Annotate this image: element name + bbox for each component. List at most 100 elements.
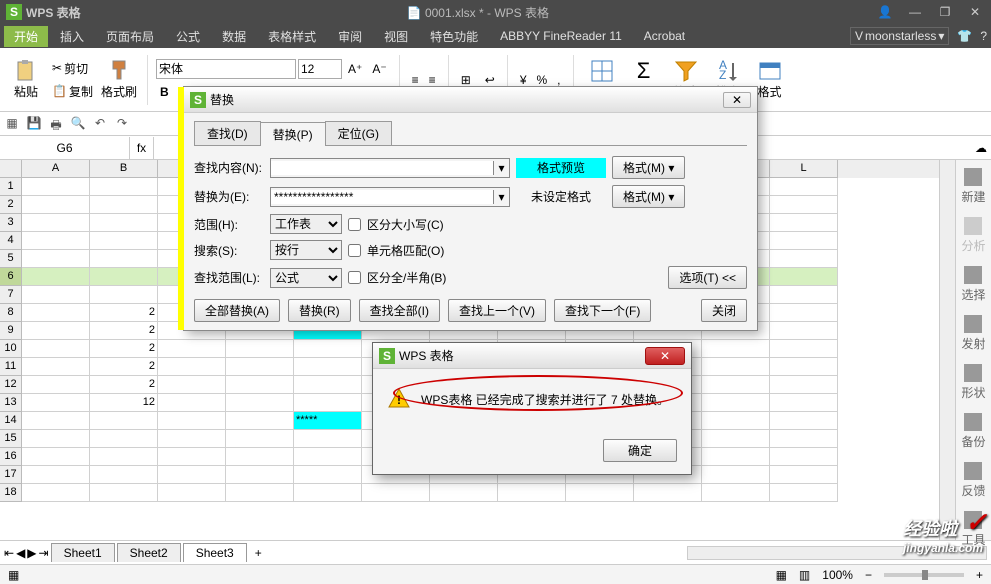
format-painter-button[interactable]: 格式刷 bbox=[99, 59, 139, 100]
replace-one-button[interactable]: 替换(R) bbox=[288, 299, 351, 322]
cell[interactable] bbox=[294, 484, 362, 502]
row-header[interactable]: 6 bbox=[0, 268, 22, 286]
cell[interactable] bbox=[702, 394, 770, 412]
cell[interactable] bbox=[294, 376, 362, 394]
cell[interactable] bbox=[22, 196, 90, 214]
tab-view[interactable]: 视图 bbox=[374, 26, 418, 47]
tab-goto[interactable]: 定位(G) bbox=[325, 121, 392, 145]
cell[interactable] bbox=[90, 430, 158, 448]
lookin-select[interactable]: 公式 bbox=[270, 268, 342, 288]
ok-button[interactable]: 确定 bbox=[603, 439, 677, 462]
cell[interactable] bbox=[702, 376, 770, 394]
decrease-font-button[interactable]: A⁻ bbox=[368, 59, 390, 79]
tab-replace[interactable]: 替换(P) bbox=[260, 122, 326, 146]
cell[interactable] bbox=[702, 484, 770, 502]
cell[interactable] bbox=[158, 358, 226, 376]
cell[interactable] bbox=[90, 232, 158, 250]
cell[interactable] bbox=[22, 484, 90, 502]
match-case-checkbox[interactable] bbox=[348, 218, 361, 231]
zoom-slider[interactable] bbox=[884, 573, 964, 577]
replace-all-button[interactable]: 全部替换(A) bbox=[194, 299, 280, 322]
row-header[interactable]: 12 bbox=[0, 376, 22, 394]
user-icon[interactable]: 👤 bbox=[875, 5, 895, 19]
cell[interactable] bbox=[294, 430, 362, 448]
undo-icon[interactable]: ↶ bbox=[92, 116, 108, 132]
search-select[interactable]: 按行 bbox=[270, 240, 342, 260]
cell[interactable]: 2 bbox=[90, 322, 158, 340]
cell[interactable] bbox=[22, 394, 90, 412]
cell[interactable] bbox=[22, 430, 90, 448]
vertical-scrollbar[interactable] bbox=[939, 160, 955, 540]
cut-button[interactable]: ✂剪切 bbox=[48, 58, 97, 79]
width-checkbox[interactable] bbox=[348, 271, 361, 284]
redo-icon[interactable]: ↷ bbox=[114, 116, 130, 132]
cell[interactable]: 2 bbox=[90, 304, 158, 322]
cell[interactable] bbox=[22, 250, 90, 268]
new-icon[interactable]: ▦ bbox=[4, 116, 20, 132]
save-icon[interactable]: 💾 bbox=[26, 116, 42, 132]
cell[interactable] bbox=[22, 322, 90, 340]
zoom-level[interactable]: 100% bbox=[822, 568, 853, 582]
cell[interactable] bbox=[22, 358, 90, 376]
cell[interactable] bbox=[22, 268, 90, 286]
cell[interactable] bbox=[22, 466, 90, 484]
zoom-in-button[interactable]: + bbox=[976, 568, 983, 582]
cell[interactable] bbox=[702, 340, 770, 358]
cell[interactable] bbox=[430, 484, 498, 502]
cell[interactable] bbox=[90, 268, 158, 286]
cell[interactable] bbox=[770, 304, 838, 322]
tab-start[interactable]: 开始 bbox=[4, 26, 48, 47]
cell[interactable] bbox=[158, 448, 226, 466]
cell[interactable] bbox=[770, 250, 838, 268]
dialog-titlebar[interactable]: S 替换 ✕ bbox=[184, 87, 757, 113]
cell[interactable] bbox=[770, 430, 838, 448]
dialog-close-button[interactable]: ✕ bbox=[723, 92, 751, 108]
side-feedback[interactable]: 反馈 bbox=[961, 462, 985, 499]
row-header[interactable]: 13 bbox=[0, 394, 22, 412]
cell[interactable] bbox=[226, 466, 294, 484]
cell[interactable] bbox=[294, 340, 362, 358]
cell[interactable] bbox=[226, 448, 294, 466]
find-input[interactable]: ▾ bbox=[270, 158, 510, 178]
options-button[interactable]: 选项(T) << bbox=[668, 266, 747, 289]
chevron-down-icon[interactable]: ▾ bbox=[493, 161, 509, 175]
cell[interactable] bbox=[226, 484, 294, 502]
cell[interactable] bbox=[90, 196, 158, 214]
cell[interactable]: 2 bbox=[90, 376, 158, 394]
cell[interactable] bbox=[770, 340, 838, 358]
paste-button[interactable]: 粘贴 bbox=[6, 59, 46, 100]
cell[interactable] bbox=[498, 484, 566, 502]
cell[interactable] bbox=[294, 466, 362, 484]
cell[interactable] bbox=[770, 268, 838, 286]
cell[interactable] bbox=[294, 358, 362, 376]
row-header[interactable]: 3 bbox=[0, 214, 22, 232]
row-header[interactable]: 17 bbox=[0, 466, 22, 484]
cell[interactable] bbox=[22, 304, 90, 322]
cell[interactable] bbox=[158, 412, 226, 430]
cell[interactable] bbox=[770, 196, 838, 214]
row-header[interactable]: 8 bbox=[0, 304, 22, 322]
cell[interactable]: ***** bbox=[294, 412, 362, 430]
side-backup[interactable]: 备份 bbox=[961, 413, 985, 450]
cell[interactable] bbox=[702, 412, 770, 430]
cell[interactable] bbox=[158, 466, 226, 484]
message-titlebar[interactable]: S WPS 表格 ✕ bbox=[373, 343, 691, 369]
cell[interactable] bbox=[22, 376, 90, 394]
row-header[interactable]: 4 bbox=[0, 232, 22, 250]
replace-input[interactable]: ▾ bbox=[270, 187, 510, 207]
cell[interactable] bbox=[90, 250, 158, 268]
print-icon[interactable]: 🖶 bbox=[48, 116, 64, 132]
user-menu[interactable]: Vmoonstarless▾ bbox=[850, 27, 949, 45]
cell[interactable] bbox=[226, 430, 294, 448]
row-header[interactable]: 7 bbox=[0, 286, 22, 304]
sheet-tab-3[interactable]: Sheet3 bbox=[183, 543, 247, 562]
side-shape[interactable]: 形状 bbox=[961, 364, 985, 401]
tab-formula[interactable]: 公式 bbox=[166, 26, 210, 47]
cell[interactable] bbox=[770, 358, 838, 376]
cell[interactable] bbox=[770, 286, 838, 304]
cell[interactable] bbox=[158, 430, 226, 448]
cell[interactable] bbox=[158, 340, 226, 358]
find-prev-button[interactable]: 查找上一个(V) bbox=[448, 299, 546, 322]
cell[interactable] bbox=[158, 394, 226, 412]
row-header[interactable]: 10 bbox=[0, 340, 22, 358]
